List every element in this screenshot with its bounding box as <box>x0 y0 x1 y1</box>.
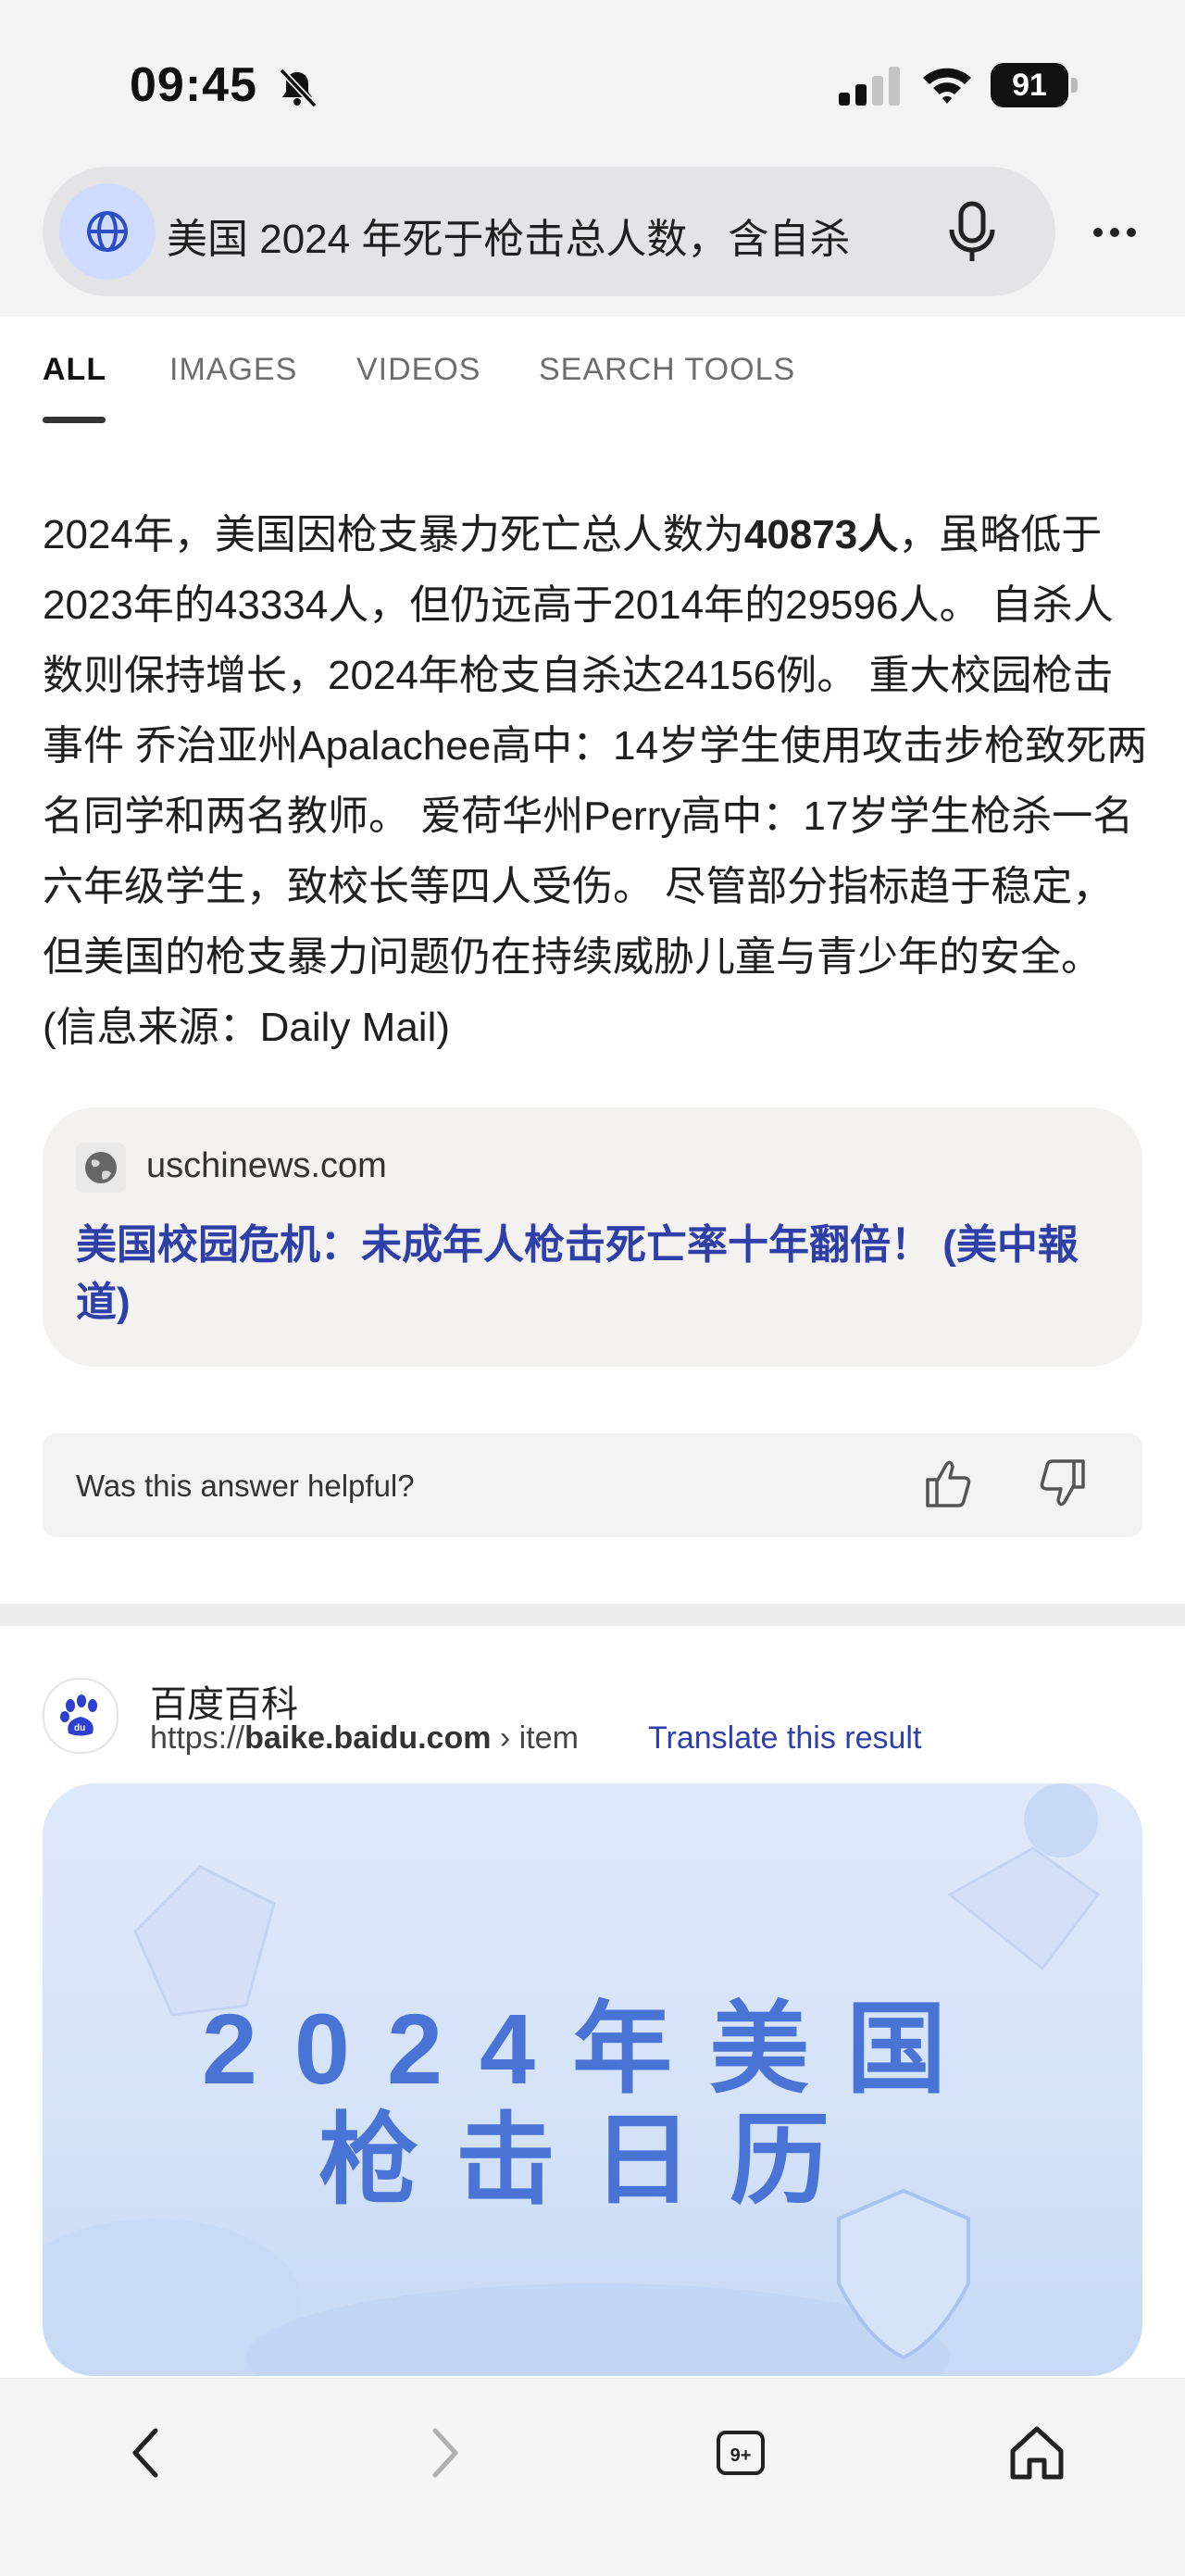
assistant-logo-icon[interactable] <box>59 183 156 280</box>
baidu-baike-favicon-icon: du <box>43 1678 118 1754</box>
globe-swirl-icon <box>87 211 128 252</box>
battery-nub <box>1071 78 1078 93</box>
url-path: › item <box>491 1720 579 1756</box>
cellular-signal-icon <box>839 67 900 106</box>
thumbs-down-icon[interactable] <box>1033 1454 1092 1513</box>
result-image[interactable]: 2024年美国 枪击日历 <box>43 1783 1142 2376</box>
microphone-icon[interactable] <box>944 200 1000 265</box>
tab-images[interactable]: IMAGES <box>169 352 297 388</box>
forward-arrow-icon[interactable] <box>407 2416 481 2490</box>
tabs-icon: 9+ <box>717 2431 765 2475</box>
status-time: 09:45 <box>130 58 257 112</box>
battery-level: 91 <box>991 63 1068 107</box>
result-url[interactable]: https://baike.baidu.com › item <box>150 1720 579 1757</box>
ai-answer-text: 2024年，美国因枪支暴力死亡总人数为40873人，虽略低于2023年的4333… <box>43 500 1150 1063</box>
more-options-icon[interactable] <box>1091 219 1139 246</box>
tab-videos[interactable]: VIDEOS <box>356 352 480 388</box>
thumbs-up-icon[interactable] <box>918 1454 978 1513</box>
answer-part-2: ，虽略低于2023年的43334人，但仍远高于2014年的29596人。 自杀人… <box>43 512 1148 1050</box>
tabs-button[interactable]: 9+ <box>704 2416 778 2490</box>
tabs-count: 9+ <box>730 2445 752 2466</box>
feedback-question: Was this answer helpful? <box>76 1469 415 1503</box>
answer-highlight: 40873人 <box>743 512 899 557</box>
active-tab-indicator <box>43 417 106 423</box>
answer-part-1: 2024年，美国因枪支暴力死亡总人数为 <box>43 512 744 557</box>
wifi-icon <box>923 68 971 104</box>
tab-all[interactable]: ALL <box>43 352 106 388</box>
url-prefix: https:// <box>150 1720 245 1756</box>
source-card[interactable]: uschinews.com 美国校园危机：未成年人枪击死亡率十年翻倍！ (美中報… <box>43 1107 1142 1367</box>
tab-search-tools[interactable]: SEARCH TOOLS <box>539 352 795 388</box>
source-domain: uschinews.com <box>146 1146 387 1185</box>
feedback-bar: Was this answer helpful? <box>43 1433 1142 1537</box>
url-host: baike.baidu.com <box>244 1720 492 1756</box>
source-link-title[interactable]: 美国校园危机：未成年人枪击死亡率十年翻倍！ (美中報道) <box>76 1217 1113 1332</box>
top-area: 09:45 91 美国 2024 年死于枪击总人数，含自杀 <box>0 0 1185 317</box>
bottom-navigation-bar: 9+ <box>0 2378 1185 2576</box>
image-caption-line-2: 枪击日历 <box>318 2104 867 2216</box>
search-query[interactable]: 美国 2024 年死于枪击总人数，含自杀 <box>167 206 850 265</box>
home-icon[interactable] <box>1000 2416 1074 2490</box>
back-arrow-icon[interactable] <box>109 2416 183 2490</box>
search-bar[interactable]: 美国 2024 年死于枪击总人数，含自杀 <box>43 167 1055 296</box>
battery-indicator: 91 <box>991 63 1079 109</box>
svg-text:du: du <box>74 1723 85 1733</box>
translate-result-link[interactable]: Translate this result <box>648 1720 921 1757</box>
bell-off-icon <box>279 68 318 108</box>
globe-icon <box>76 1143 126 1193</box>
search-tabs: ALL IMAGES VIDEOS SEARCH TOOLS <box>0 317 1185 428</box>
section-divider <box>0 1604 1185 1626</box>
